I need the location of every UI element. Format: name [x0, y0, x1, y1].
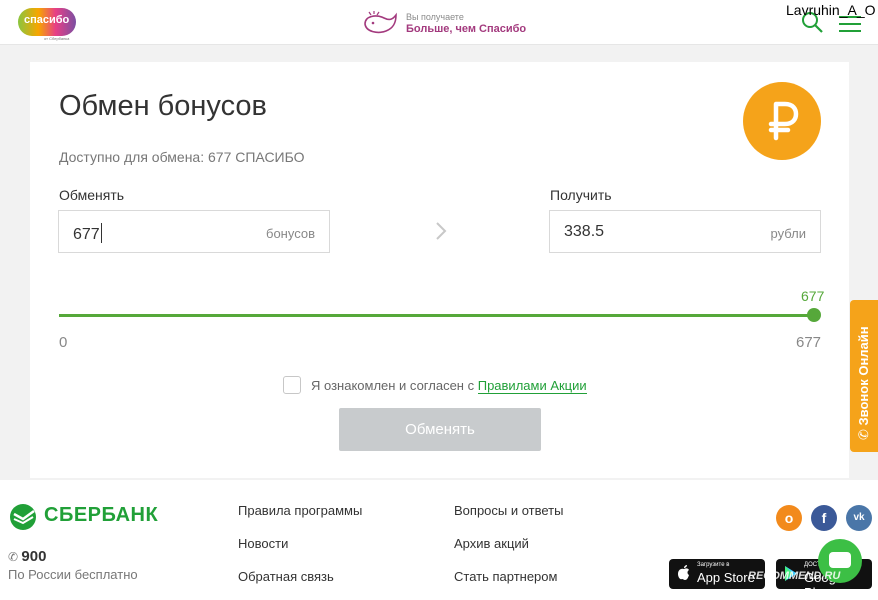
promo-small-text: Вы получаете	[406, 12, 464, 22]
page-title: Обмен бонусов	[59, 90, 267, 122]
callback-tab-label: ✆ Звонок Онлайн	[856, 326, 871, 440]
footer-link-faq[interactable]: Вопросы и ответы	[454, 503, 563, 518]
ruble-icon	[768, 101, 799, 141]
vk-icon[interactable]: vk	[846, 505, 872, 531]
logo-text: спасибо	[24, 14, 70, 26]
sberbank-logo-icon[interactable]	[8, 502, 38, 532]
from-label: Обменять	[59, 187, 125, 203]
chat-icon	[829, 552, 851, 568]
slider-thumb[interactable]	[807, 308, 821, 322]
slider-max-label: 677	[796, 334, 822, 351]
footer-link-partner[interactable]: Стать партнером	[454, 569, 557, 584]
logo-subtext: от Сбербанка	[44, 36, 70, 41]
promo-title: Больше, чем Спасибо	[406, 23, 527, 35]
sberbank-brand[interactable]: СБЕРБАНК	[44, 504, 158, 527]
slider-track[interactable]	[59, 314, 815, 317]
exchange-card: Обмен бонусов Доступно для обмена: 677 С…	[30, 62, 849, 478]
rubles-amount-value[interactable]: 338.5	[564, 223, 604, 241]
ruble-badge	[743, 82, 821, 160]
bonus-unit: бонусов	[266, 226, 315, 241]
apple-icon	[678, 565, 689, 580]
odnoklassniki-icon[interactable]: o	[776, 505, 802, 531]
site-header: спасибо от Сбербанка Вы получаете Больше…	[0, 0, 878, 45]
username: Lavruhin_A_O	[786, 2, 876, 18]
callback-tab[interactable]: ✆ Звонок Онлайн	[850, 300, 878, 452]
promo-banner[interactable]: Вы получаете Больше, чем Спасибо	[362, 8, 562, 38]
rubles-unit: рубли	[770, 226, 806, 241]
footer-link-feedback[interactable]: Обратная связь	[238, 569, 334, 584]
exchange-button[interactable]: Обменять	[339, 408, 541, 451]
watermark: RECOMMEND.RU	[748, 570, 841, 582]
footer-link-rules[interactable]: Правила программы	[238, 503, 362, 518]
phone-icon: ✆	[8, 550, 22, 564]
slider-current-value: 677	[801, 288, 825, 304]
app-store-small: Загрузите в	[697, 562, 730, 568]
site-footer: СБЕРБАНК ✆ 900 По России бесплатно Прави…	[0, 480, 878, 600]
menu-icon[interactable]	[839, 16, 861, 32]
footer-link-news[interactable]: Новости	[238, 536, 288, 551]
facebook-icon[interactable]: f	[811, 505, 837, 531]
rubles-amount-input[interactable]: 338.5 рубли	[549, 210, 821, 253]
footer-link-archive[interactable]: Архив акций	[454, 536, 529, 551]
available-balance: Доступно для обмена: 677 СПАСИБО	[59, 149, 305, 165]
phone-number[interactable]: ✆ 900	[8, 548, 46, 565]
app-store-label: App Store	[697, 570, 755, 585]
bonus-amount-value[interactable]: 677	[73, 223, 102, 244]
whale-icon	[364, 11, 397, 34]
chevron-right-icon	[436, 222, 447, 240]
rules-link[interactable]: Правилами Акции	[477, 378, 587, 394]
agree-checkbox[interactable]	[283, 376, 301, 394]
spasibo-logo[interactable]: спасибо от Сбербанка	[14, 6, 86, 41]
text-caret	[100, 223, 102, 243]
slider-min-label: 0	[59, 334, 68, 351]
phone-caption: По России бесплатно	[8, 567, 138, 582]
agree-text: Я ознакомлен и согласен с Правилами Акци…	[311, 378, 587, 394]
bonus-amount-input[interactable]: 677 бонусов	[58, 210, 330, 253]
to-label: Получить	[550, 187, 612, 203]
